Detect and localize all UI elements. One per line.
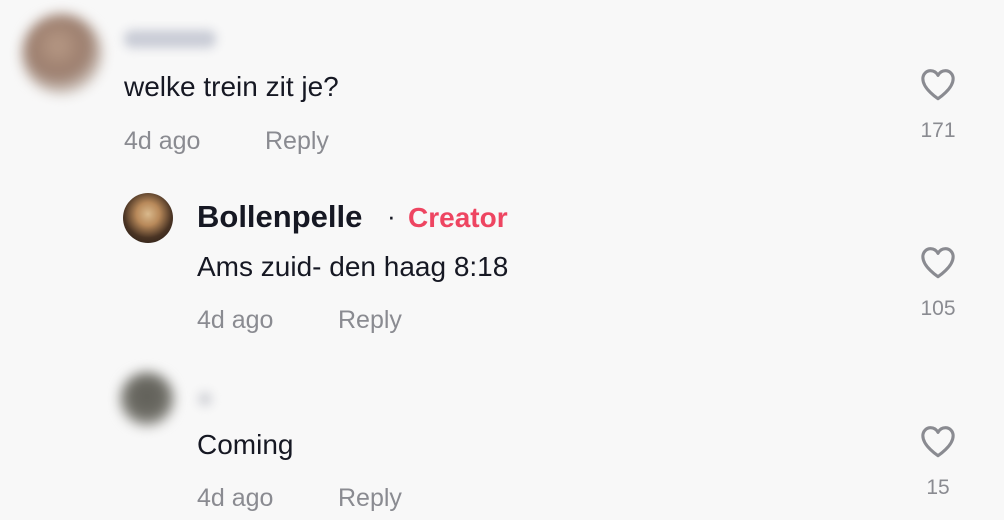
avatar[interactable] — [22, 14, 102, 94]
separator-dot: · — [387, 201, 396, 231]
comment-text: welke trein zit je? — [124, 71, 339, 102]
reply-button[interactable]: Reply — [338, 486, 402, 511]
username[interactable]: Bollenpelle — [197, 201, 362, 232]
reply-button[interactable]: Reply — [265, 129, 329, 154]
like-count: 171 — [920, 119, 956, 142]
comment-timestamp: 4d ago — [124, 127, 201, 155]
comment-timestamp: 4d ago — [197, 484, 274, 512]
avatar[interactable] — [120, 372, 174, 426]
avatar[interactable] — [123, 193, 173, 243]
comment-timestamp: 4d ago — [197, 306, 274, 334]
like-count: 105 — [920, 297, 956, 320]
heart-outline-icon[interactable] — [919, 245, 957, 279]
username-blurred[interactable] — [124, 30, 216, 48]
heart-outline-icon[interactable] — [919, 424, 957, 458]
comment-text: Ams zuid- den haag 8:18 — [197, 251, 509, 282]
comment-thread: welke trein zit je? 4d ago Reply 171 Bol… — [0, 0, 1004, 520]
like-count: 15 — [926, 476, 950, 499]
reply-button[interactable]: Reply — [338, 308, 402, 333]
username-blurred[interactable] — [198, 392, 212, 406]
heart-outline-icon[interactable] — [919, 67, 957, 101]
comment-text: Coming — [197, 429, 294, 460]
creator-badge: Creator — [408, 202, 508, 233]
